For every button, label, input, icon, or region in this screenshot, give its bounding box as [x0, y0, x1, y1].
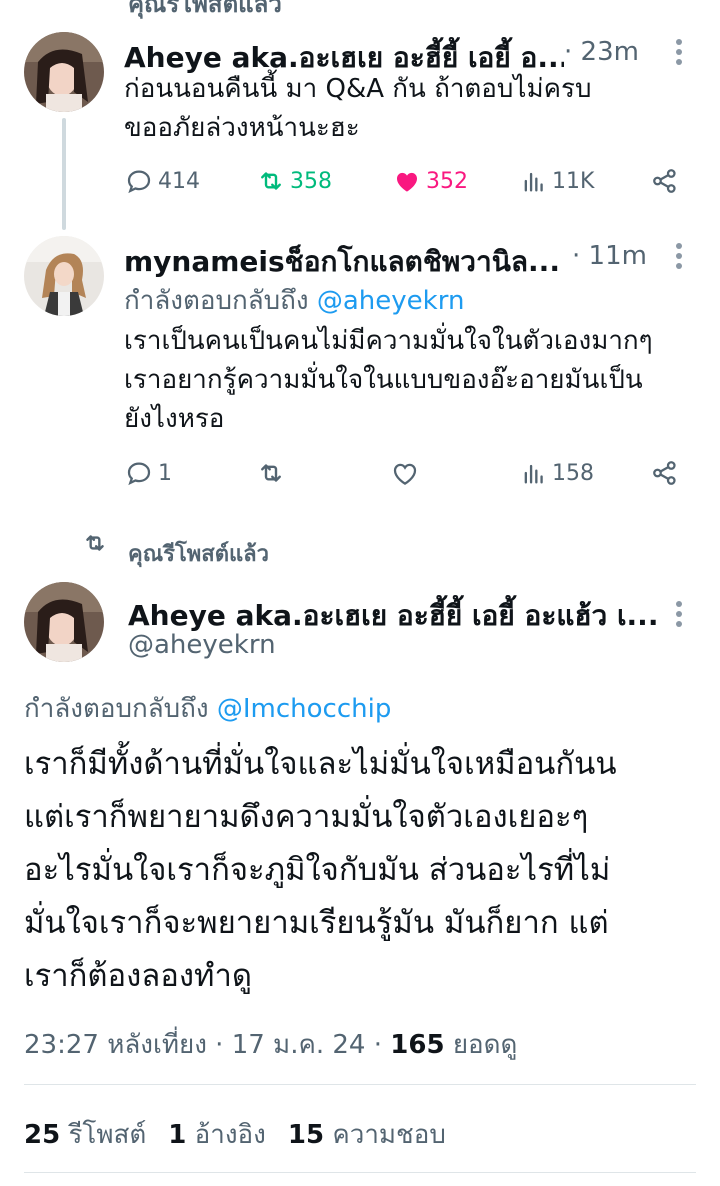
tweet-text-line: เราเป็นคนเป็นคนไม่มีความมั่นใจในตัวเองมา… — [124, 326, 653, 356]
views-count: 165 — [390, 1030, 445, 1060]
share-button[interactable] — [650, 458, 680, 488]
divider — [24, 1084, 696, 1085]
repost-indicator-icon — [82, 530, 108, 560]
replying-handle-link[interactable]: @aheyekrn — [317, 286, 465, 316]
tweet-text-line: เราอยากรู้ความมั่นใจในแบบของอ๊ะอายมันเป็… — [124, 365, 643, 395]
tweet-text-line: ยังไงหรอ — [124, 404, 225, 434]
views-icon — [524, 172, 543, 192]
thread-connector-line — [62, 118, 66, 230]
reply-count: 414 — [158, 168, 200, 194]
replying-prefix: กำลังตอบกลับถึง — [24, 694, 209, 724]
replying-handle-link[interactable]: @Imchocchip — [217, 694, 391, 724]
repost-button[interactable] — [256, 458, 286, 488]
views-icon — [524, 464, 543, 484]
reply-count: 1 — [158, 460, 172, 486]
more-options-icon[interactable] — [672, 38, 686, 70]
tweet-text-line: เราก็มีทั้งด้านที่มั่นใจและไม่มั่นใจเหมื… — [24, 746, 617, 782]
replying-to: กำลังตอบกลับถึง @aheyekrn — [124, 280, 464, 321]
avatar[interactable] — [24, 32, 104, 112]
tweet-time[interactable]: · 11m — [572, 241, 647, 271]
tweet-text: เราเป็นคนเป็นคนไม่มีความมั่นใจในตัวเองมา… — [124, 322, 704, 439]
views-count: 11K — [552, 168, 595, 194]
heart-outline-icon — [393, 463, 417, 485]
likes-stat[interactable]: 15 ความชอบ — [288, 1114, 446, 1155]
tweet-time[interactable]: · 23m — [564, 37, 639, 67]
tweet-text: ก่อนนอนคืนนี้ มา Q&A กัน ถ้าตอบไม่ครบ ขอ… — [124, 70, 694, 148]
views-button[interactable]: 158 — [520, 458, 594, 488]
main-tweet-text: เราก็มีทั้งด้านที่มั่นใจและไม่มั่นใจเหมื… — [24, 738, 704, 1003]
tweet-text-line: อะไรมั่นใจเราก็จะภูมิใจกับมัน ส่วนอะไรที… — [24, 852, 611, 888]
reply-button[interactable]: 1 — [124, 458, 172, 488]
reply-icon — [127, 170, 151, 194]
likes-stat-count: 15 — [287, 1120, 325, 1150]
like-button[interactable]: 352 — [392, 166, 468, 196]
top-repost-banner-partial: คุณรีโพสต์แล้ว — [128, 0, 282, 18]
reply-icon — [127, 462, 151, 486]
reply-button[interactable]: 414 — [124, 166, 200, 196]
views-button[interactable]: 11K — [520, 166, 594, 196]
heart-filled-icon — [397, 172, 417, 192]
tweet-text-line: ขออภัยล่วงหน้านะฮะ — [124, 113, 360, 143]
quotes-stat-label: อ้างอิง — [194, 1120, 266, 1150]
reposts-stat-count: 25 — [24, 1120, 61, 1150]
repost-icon — [261, 172, 281, 190]
like-button[interactable] — [390, 458, 420, 488]
tweet-text-line: แต่เราก็พยายามดึงความมั่นใจตัวเองเยอะๆ — [24, 799, 589, 835]
tweet-text-line: เราก็ต้องลองทำดู — [24, 958, 253, 994]
more-options-icon[interactable] — [672, 242, 686, 274]
repost-banner-text: คุณรีโพสต์แล้ว — [128, 542, 269, 567]
views-label: ยอดดู — [452, 1030, 518, 1060]
repost-button[interactable]: 358 — [256, 166, 332, 196]
share-button[interactable] — [650, 166, 680, 196]
tweet-timestamp-row: 23:27 หลังเที่ยง · 17 ม.ค. 24 · 165 ยอดด… — [24, 1024, 517, 1065]
reposts-stat-label: รีโพสต์ — [68, 1120, 147, 1150]
share-icon — [653, 461, 676, 485]
engagement-stats: 25 รีโพสต์ 1 อ้างอิง 15 ความชอบ — [24, 1114, 446, 1155]
replying-prefix: กำลังตอบกลับถึง — [124, 286, 309, 316]
tweet-timestamp[interactable]: 23:27 หลังเที่ยง · 17 ม.ค. 24 · — [24, 1030, 382, 1060]
views-count: 158 — [552, 460, 594, 486]
repost-icon — [261, 464, 281, 482]
tweet-text-line: ก่อนนอนคืนนี้ มา Q&A กัน ถ้าตอบไม่ครบ — [124, 74, 592, 104]
tweet-text-line: มั่นใจเราก็จะพยายามเรียนรู้มัน มันก็ยาก … — [24, 905, 609, 941]
avatar[interactable] — [24, 582, 104, 662]
divider — [24, 1172, 696, 1173]
share-icon — [653, 169, 676, 193]
author-name[interactable]: mynameisช็อกโกแลตชิพวานิล... — [124, 240, 572, 284]
like-count: 352 — [426, 168, 468, 194]
quotes-stat[interactable]: 1 อ้างอิง — [168, 1114, 266, 1155]
reposts-stat[interactable]: 25 รีโพสต์ — [24, 1114, 146, 1155]
quotes-stat-count: 1 — [168, 1120, 187, 1150]
more-options-icon[interactable] — [672, 600, 686, 632]
replying-to: กำลังตอบกลับถึง @Imchocchip — [24, 688, 391, 729]
likes-stat-label: ความชอบ — [332, 1120, 446, 1150]
repost-count: 358 — [290, 168, 332, 194]
author-handle[interactable]: @aheyekrn — [128, 630, 276, 660]
avatar[interactable] — [24, 236, 104, 316]
